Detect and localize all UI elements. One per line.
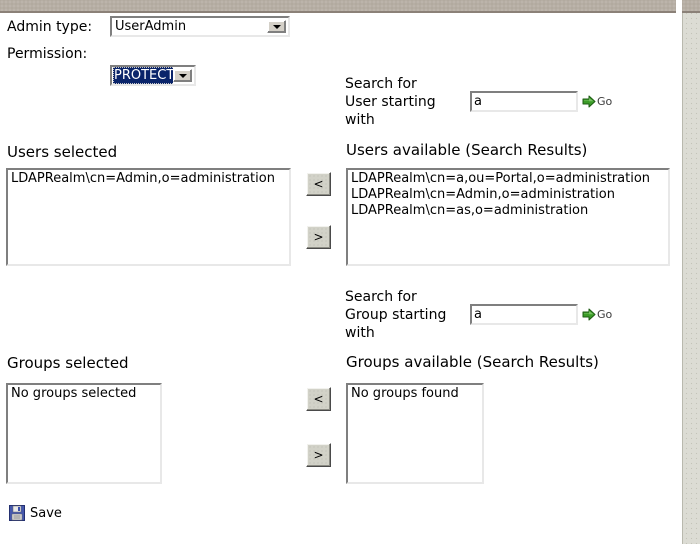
permission-selected-value: PROTECT (113, 67, 173, 84)
permission-label: Permission: (7, 45, 87, 63)
admin-type-selected-value: UserAdmin (112, 18, 267, 35)
group-search-label: Search for Group starting with (345, 288, 465, 342)
groups-selected-title: Groups selected (7, 354, 129, 372)
list-item[interactable]: LDAPRealm\cn=Admin,o=administration (9, 171, 289, 187)
groups-selected-list[interactable]: No groups selected (6, 383, 162, 484)
group-search-label-line1: Search for (345, 288, 465, 306)
users-selected-list[interactable]: LDAPRealm\cn=Admin,o=administration (6, 168, 291, 266)
user-search-label-line3: with (345, 111, 460, 129)
list-item[interactable]: LDAPRealm\cn=as,o=administration (349, 203, 668, 219)
save-button[interactable]: Save (9, 505, 62, 521)
group-search-label-line2: Group starting (345, 306, 465, 324)
users-available-list[interactable]: LDAPRealm\cn=a,ou=Portal,o=administratio… (346, 168, 670, 266)
list-item[interactable]: LDAPRealm\cn=a,ou=Portal,o=administratio… (349, 171, 668, 187)
admin-type-select[interactable]: UserAdmin (110, 16, 290, 37)
right-rail-header-cap (682, 0, 700, 13)
floppy-disk-save-icon (9, 505, 25, 521)
groups-available-list[interactable]: No groups found (346, 383, 484, 484)
permission-select[interactable]: PROTECT (110, 65, 196, 86)
user-search-label-line2: User starting (345, 93, 460, 111)
add-user-to-selected-button[interactable]: < (306, 172, 331, 196)
group-search-input[interactable] (470, 304, 578, 325)
chevron-down-icon[interactable] (173, 69, 192, 82)
save-label: Save (30, 506, 62, 521)
list-item[interactable]: No groups found (349, 386, 482, 402)
user-search-go-label: Go (597, 96, 612, 108)
users-selected-title: Users selected (7, 143, 117, 161)
right-side-rail (676, 0, 700, 544)
group-search-go-button[interactable]: Go (582, 308, 612, 321)
group-search-label-line3: with (345, 324, 465, 342)
main-content: Admin type: UserAdmin Permission: PROTEC… (0, 13, 676, 544)
top-header-bar (0, 0, 676, 13)
list-item[interactable]: LDAPRealm\cn=Admin,o=administration (349, 187, 668, 203)
remove-group-from-selected-button[interactable]: > (306, 443, 331, 467)
user-search-label: Search for User starting with (345, 75, 460, 129)
list-item[interactable]: No groups selected (9, 386, 160, 402)
users-available-title: Users available (Search Results) (346, 141, 587, 159)
add-group-to-selected-button[interactable]: < (306, 387, 331, 411)
user-search-label-line1: Search for (345, 75, 460, 93)
permission-selected-value-wrap: PROTECT (112, 67, 173, 84)
user-search-go-button[interactable]: Go (582, 95, 612, 108)
green-right-arrow-icon (582, 95, 596, 108)
remove-user-from-selected-button[interactable]: > (306, 225, 331, 249)
group-search-go-label: Go (597, 309, 612, 321)
admin-type-label: Admin type: (7, 18, 92, 36)
user-search-input[interactable] (470, 91, 578, 112)
groups-available-title: Groups available (Search Results) (346, 353, 599, 371)
green-right-arrow-icon (582, 308, 596, 321)
right-rail-texture (682, 0, 700, 544)
chevron-down-icon[interactable] (267, 20, 286, 33)
